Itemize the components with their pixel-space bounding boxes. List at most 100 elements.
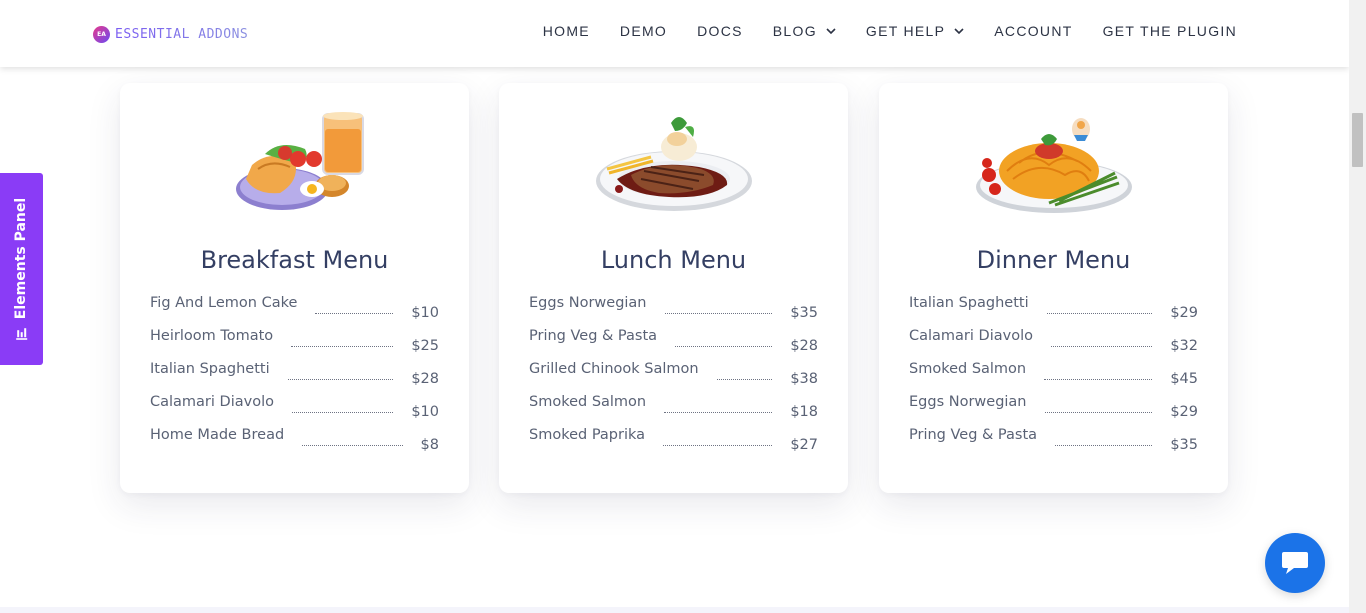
card-title: Dinner Menu — [976, 246, 1131, 274]
nav-blog-label: BLOG — [772, 23, 817, 39]
menu-item: Grilled Chinook Salmon $38 — [529, 361, 818, 394]
menu-card-lunch: Lunch Menu Eggs Norwegian $35 Pring Veg &… — [499, 83, 848, 493]
menu-item: Heirloom Tomato $25 — [150, 328, 439, 361]
logo-text: ESSENTIAL ADDONS — [115, 26, 249, 42]
card-title: Breakfast Menu — [200, 246, 389, 274]
nav-get-the-plugin[interactable]: GET THE PLUGIN — [1103, 23, 1237, 39]
section-divider — [0, 607, 1349, 613]
menu-item-name: Grilled Chinook Salmon — [529, 361, 699, 377]
elements-panel-tab[interactable]: Elements Panel — [0, 173, 43, 365]
menu-item-name: Italian Spaghetti — [909, 295, 1029, 311]
nav-account-label: ACCOUNT — [994, 23, 1073, 39]
menu-item-price: $32 — [1170, 338, 1198, 354]
spaghetti-plate-image — [975, 118, 1132, 213]
menu-item: Fig And Lemon Cake $10 — [150, 295, 439, 328]
menu-item-price: $28 — [790, 338, 818, 354]
main-nav: HOME DEMO DOCS BLOG GET HELP ACCOUNT GET… — [543, 23, 1237, 39]
menu-item-price: $38 — [790, 371, 818, 387]
dotted-leader — [287, 379, 394, 380]
menu-item-name: Eggs Norwegian — [909, 394, 1027, 410]
menu-item-price: $8 — [420, 437, 439, 453]
menu-item: Pring Veg & Pasta $35 — [909, 427, 1198, 460]
nav-get-the-plugin-label: GET THE PLUGIN — [1102, 23, 1237, 39]
page-scrollbar[interactable] — [1349, 0, 1366, 613]
nav-home-label: HOME — [542, 23, 590, 39]
nav-get-help-label: GET HELP — [865, 23, 946, 39]
chat-bubble-icon — [1282, 552, 1308, 574]
menu-item-name: Smoked Salmon — [909, 361, 1027, 377]
menu-item: Smoked Paprika $27 — [529, 427, 818, 460]
nav-blog[interactable]: BLOG — [773, 23, 836, 39]
menu-item-price: $35 — [1170, 437, 1198, 453]
menu-item: Pring Veg & Pasta $28 — [529, 328, 818, 361]
dotted-leader — [1055, 445, 1153, 446]
chevron-down-icon — [954, 28, 964, 35]
logo-mark-icon: EA — [93, 25, 110, 43]
nav-get-help[interactable]: GET HELP — [866, 23, 964, 39]
menu-item-name: Pring Veg & Pasta — [909, 427, 1038, 443]
menu-item-price: $29 — [1170, 305, 1198, 321]
dotted-leader — [663, 445, 773, 446]
menu-item-name: Heirloom Tomato — [150, 328, 274, 344]
menu-card-breakfast: Breakfast Menu Fig And Lemon Cake $10 Hei… — [120, 83, 469, 493]
menu-item-price: $27 — [790, 437, 818, 453]
menu-item-price: $29 — [1170, 404, 1198, 420]
menu-item-name: Italian Spaghetti — [150, 361, 270, 377]
dotted-leader — [291, 412, 394, 413]
chat-button[interactable] — [1265, 533, 1325, 593]
menu-item-name: Eggs Norwegian — [529, 295, 647, 311]
dotted-leader — [664, 412, 773, 413]
elements-panel-label: Elements Panel — [13, 197, 30, 320]
scrollbar-thumb[interactable] — [1352, 113, 1363, 167]
dotted-leader — [675, 346, 773, 347]
breakfast-plate-image — [235, 112, 364, 210]
dotted-leader — [716, 379, 773, 380]
menu-item-price: $25 — [411, 338, 439, 354]
menu-list: Fig And Lemon Cake $10 Heirloom Tomato $25… — [150, 295, 439, 460]
dotted-leader — [664, 313, 773, 314]
menu-item: Calamari Diavolo $10 — [150, 394, 439, 427]
menu-item-name: Calamari Diavolo — [150, 394, 274, 410]
menu-list: Eggs Norwegian $35 Pring Veg & Pasta $28 G… — [529, 295, 818, 460]
menu-list: Italian Spaghetti $29 Calamari Diavolo $32… — [909, 295, 1198, 460]
steak-plate-image — [595, 117, 752, 211]
menu-item: Eggs Norwegian $35 — [529, 295, 818, 328]
menu-item: Smoked Salmon $18 — [529, 394, 818, 427]
menu-item-price: $10 — [411, 305, 439, 321]
menu-item-price: $35 — [790, 305, 818, 321]
menu-item-name: Home Made Bread — [150, 427, 285, 443]
menu-item: Calamari Diavolo $32 — [909, 328, 1198, 361]
menu-item-price: $10 — [411, 404, 439, 420]
menu-item-price: $28 — [411, 371, 439, 387]
menu-item-name: Smoked Salmon — [529, 394, 647, 410]
card-title: Lunch Menu — [600, 246, 747, 274]
menu-item-name: Smoked Paprika — [529, 427, 646, 443]
menu-item: Smoked Salmon $45 — [909, 361, 1198, 394]
nav-demo[interactable]: DEMO — [620, 23, 667, 39]
dotted-leader — [1044, 412, 1153, 413]
menu-item-name: Pring Veg & Pasta — [529, 328, 658, 344]
site-header: EA ESSENTIAL ADDONS HOME DEMO DOCS BLOG … — [0, 0, 1349, 67]
bar-chart-icon — [16, 328, 27, 340]
nav-home[interactable]: HOME — [543, 23, 590, 39]
dotted-leader — [291, 346, 394, 347]
menu-item-name: Calamari Diavolo — [909, 328, 1033, 344]
menu-item: Italian Spaghetti $28 — [150, 361, 439, 394]
menu-card-dinner: Dinner Menu Italian Spaghetti $29 Calamar… — [879, 83, 1228, 493]
menu-item: Eggs Norwegian $29 — [909, 394, 1198, 427]
menu-item: Italian Spaghetti $29 — [909, 295, 1198, 328]
menu-item-name: Fig And Lemon Cake — [150, 295, 298, 311]
dotted-leader — [315, 313, 394, 314]
menu-item-price: $45 — [1170, 371, 1198, 387]
site-logo[interactable]: EA ESSENTIAL ADDONS — [93, 24, 248, 44]
nav-docs[interactable]: DOCS — [697, 23, 743, 39]
nav-docs-label: DOCS — [697, 23, 743, 39]
nav-account[interactable]: ACCOUNT — [994, 23, 1072, 39]
nav-demo-label: DEMO — [619, 23, 668, 39]
dotted-leader — [1044, 379, 1153, 380]
menu-item: Home Made Bread $8 — [150, 427, 439, 460]
dotted-leader — [302, 445, 403, 446]
dotted-leader — [1046, 313, 1153, 314]
dotted-leader — [1050, 346, 1153, 347]
menu-item-price: $18 — [790, 404, 818, 420]
